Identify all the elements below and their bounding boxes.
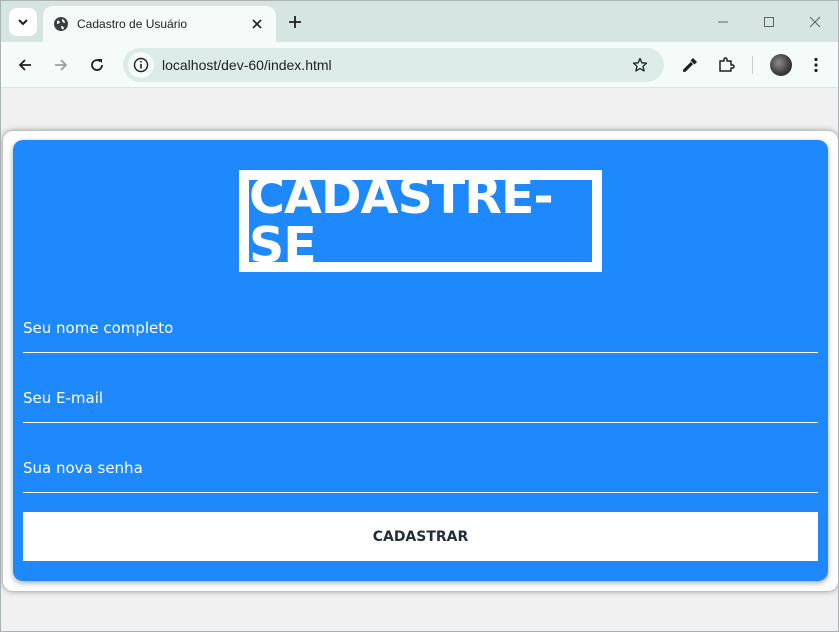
more-vertical-icon	[814, 57, 818, 73]
page-title: CADASTRE-SE	[249, 168, 554, 274]
maximize-icon	[764, 17, 774, 27]
page-viewport: CADASTRE-SE CADASTRAR	[1, 89, 838, 631]
profile-avatar[interactable]	[770, 54, 792, 76]
arrow-right-icon	[55, 59, 68, 71]
chevron-down-icon	[18, 19, 28, 26]
email-field	[23, 373, 818, 423]
minimize-button[interactable]	[712, 11, 734, 33]
site-info-icon[interactable]	[128, 52, 154, 78]
name-field	[23, 303, 818, 353]
email-input[interactable]	[23, 373, 818, 422]
eyedropper-icon	[683, 58, 697, 72]
reload-icon	[91, 59, 103, 71]
url-text: localhost/dev-60/index.html	[162, 57, 332, 73]
address-bar[interactable]: localhost/dev-60/index.html	[123, 48, 664, 82]
plus-icon	[289, 16, 301, 28]
heading-box: CADASTRE-SE	[239, 170, 602, 272]
browser-tab[interactable]: Cadastro de Usuário	[43, 6, 276, 42]
puzzle-icon	[719, 57, 735, 72]
form-container: CADASTRE-SE CADASTRAR	[3, 131, 838, 591]
tab-title: Cadastro de Usuário	[77, 17, 188, 31]
forward-button[interactable]	[49, 53, 73, 77]
name-input[interactable]	[23, 303, 818, 352]
reload-button[interactable]	[85, 53, 109, 77]
tab-search-button[interactable]	[9, 8, 37, 36]
password-input[interactable]	[23, 443, 818, 492]
bookmark-star-icon[interactable]	[628, 53, 652, 77]
tab-strip: Cadastro de Usuário	[1, 1, 838, 42]
toolbar-divider	[752, 56, 753, 74]
eyedropper-extension-button[interactable]	[679, 54, 701, 76]
extensions-button[interactable]	[715, 54, 737, 76]
new-tab-button[interactable]	[284, 11, 306, 33]
arrow-left-icon	[18, 59, 31, 71]
browser-toolbar: localhost/dev-60/index.html	[1, 42, 838, 88]
back-button[interactable]	[13, 53, 37, 77]
register-button[interactable]: CADASTRAR	[23, 512, 818, 561]
registration-card: CADASTRE-SE CADASTRAR	[13, 140, 828, 581]
close-icon	[809, 16, 821, 28]
minimize-icon	[718, 21, 728, 23]
password-field	[23, 443, 818, 493]
browser-menu-button[interactable]	[805, 54, 827, 76]
maximize-button[interactable]	[758, 11, 780, 33]
browser-window: Cadastro de Usuário localhost/dev-60/ind…	[0, 0, 839, 632]
close-window-button[interactable]	[804, 11, 826, 33]
close-tab-icon[interactable]	[248, 15, 266, 33]
globe-icon	[53, 16, 69, 32]
